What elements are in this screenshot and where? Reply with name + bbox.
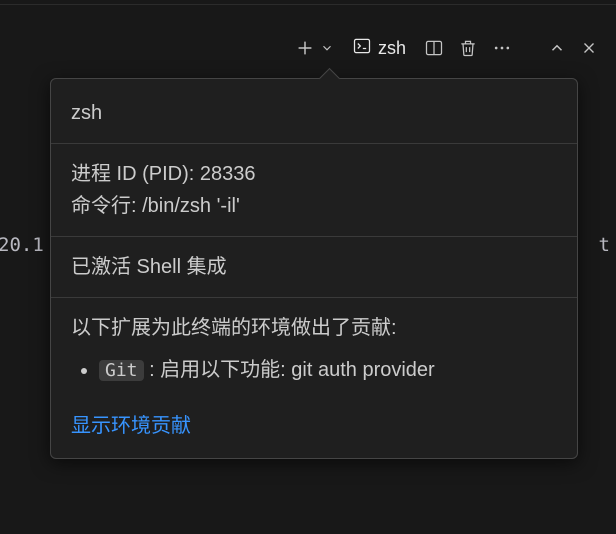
terminal-output-fragment: t: [599, 234, 610, 256]
terminal-tab-label: zsh: [378, 38, 406, 59]
show-env-contributions-link[interactable]: 显示环境贡献: [71, 415, 191, 437]
split-terminal-button[interactable]: [424, 38, 444, 58]
close-panel-button[interactable]: [580, 39, 598, 57]
terminal-toolbar: zsh: [0, 28, 616, 68]
popover-title: zsh: [51, 79, 577, 143]
terminal-output-fragment: 20.1: [0, 234, 44, 256]
new-terminal-button[interactable]: [294, 37, 316, 59]
terminal-icon: [352, 36, 372, 61]
shell-integration-status: 已激活 Shell 集成: [71, 251, 557, 283]
process-id-line: 进程 ID (PID): 28336: [71, 158, 557, 190]
kill-terminal-button[interactable]: [458, 38, 478, 58]
env-contrib-heading: 以下扩展为此终端的环境做出了贡献:: [71, 312, 557, 344]
terminal-tab[interactable]: zsh: [352, 36, 406, 61]
more-actions-button[interactable]: [492, 38, 512, 58]
extension-name-badge: Git: [99, 360, 144, 381]
terminal-info-popover: zsh 进程 ID (PID): 28336 命令行: /bin/zsh '-i…: [50, 78, 578, 459]
new-terminal-dropdown[interactable]: [320, 41, 334, 55]
env-contrib-item: Git : 启用以下功能: git auth provider: [99, 354, 557, 386]
command-line: 命令行: /bin/zsh '-il': [71, 190, 557, 222]
extension-contrib-text: : 启用以下功能: git auth provider: [144, 359, 435, 381]
maximize-panel-button[interactable]: [548, 39, 566, 57]
